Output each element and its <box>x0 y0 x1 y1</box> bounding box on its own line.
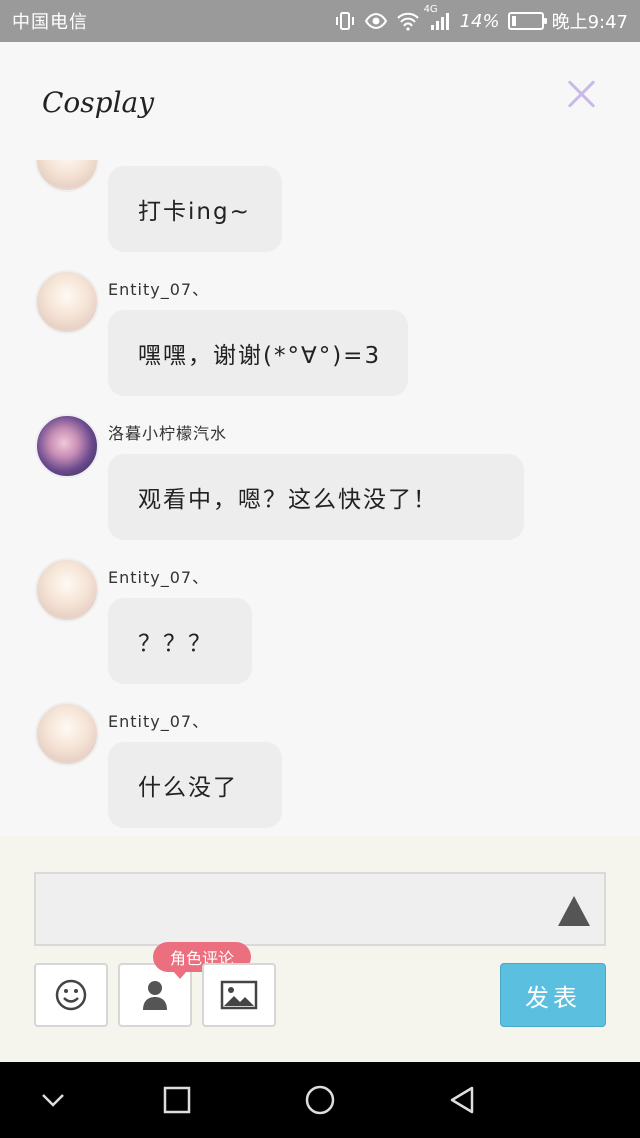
image-icon <box>220 980 258 1010</box>
message-author: Entity_07、 <box>108 712 210 731</box>
battery-icon <box>507 12 547 30</box>
message-author: Entity_07、 <box>108 280 210 299</box>
status-bar: 中国电信 4G 14% 晚上9:47 <box>0 0 640 42</box>
eye-icon <box>364 10 388 32</box>
message-bubble: 打卡ing~ <box>108 166 282 252</box>
message-author: Entity_07、 <box>108 568 210 587</box>
publish-button[interactable]: 发表 <box>500 963 606 1027</box>
message-bubble: 什么没了 <box>108 742 282 828</box>
nav-recents-button[interactable] <box>157 1080 197 1120</box>
message-bubble: 观看中，嗯？这么快没了！ <box>108 454 524 540</box>
comment-input[interactable] <box>34 872 606 946</box>
message-bubble: 嘿嘿，谢谢(*°∀°)=3 <box>108 310 408 396</box>
nav-home-button[interactable] <box>300 1080 340 1120</box>
avatar[interactable] <box>35 414 99 478</box>
avatar[interactable] <box>35 270 99 334</box>
message-bubble: ？？？ <box>108 598 252 684</box>
image-button[interactable] <box>202 963 276 1027</box>
battery-fill <box>511 16 516 26</box>
navigation-bar <box>0 1062 640 1138</box>
message-author: 洛暮小柠檬汽水 <box>108 424 228 443</box>
signal-icon: 4G <box>424 4 452 32</box>
header: Cosplay <box>0 42 640 160</box>
nav-collapse-button[interactable] <box>33 1080 73 1120</box>
avatar[interactable] <box>35 702 99 766</box>
back-triangle-icon <box>450 1086 474 1114</box>
avatar[interactable] <box>35 558 99 622</box>
expand-arrow-icon[interactable] <box>558 896 590 926</box>
person-icon <box>143 981 167 1010</box>
circle-icon <box>305 1085 335 1115</box>
smiley-icon <box>55 979 87 1011</box>
message-list[interactable]: 打卡ing~ Entity_07、 嘿嘿，谢谢(*°∀°)=3 洛暮小柠檬汽水 … <box>0 160 640 836</box>
nav-back-button[interactable] <box>442 1080 482 1120</box>
battery-percent: 14% <box>459 10 500 32</box>
page-title: Cosplay <box>42 86 155 119</box>
chevron-down-icon <box>42 1094 64 1107</box>
carrier-label: 中国电信 <box>12 12 88 33</box>
vibrate-icon <box>334 10 356 32</box>
status-icons: 4G 14% 晚上9:47 <box>334 4 628 34</box>
square-icon <box>163 1086 191 1114</box>
close-button[interactable] <box>560 72 604 116</box>
avatar[interactable] <box>35 160 99 192</box>
clock: 晚上9:47 <box>551 12 628 33</box>
composer: 角色评论 发表 <box>0 836 640 1062</box>
network-type-label: 4G <box>423 4 438 15</box>
emoji-button[interactable] <box>34 963 108 1027</box>
wifi-icon <box>396 10 420 32</box>
